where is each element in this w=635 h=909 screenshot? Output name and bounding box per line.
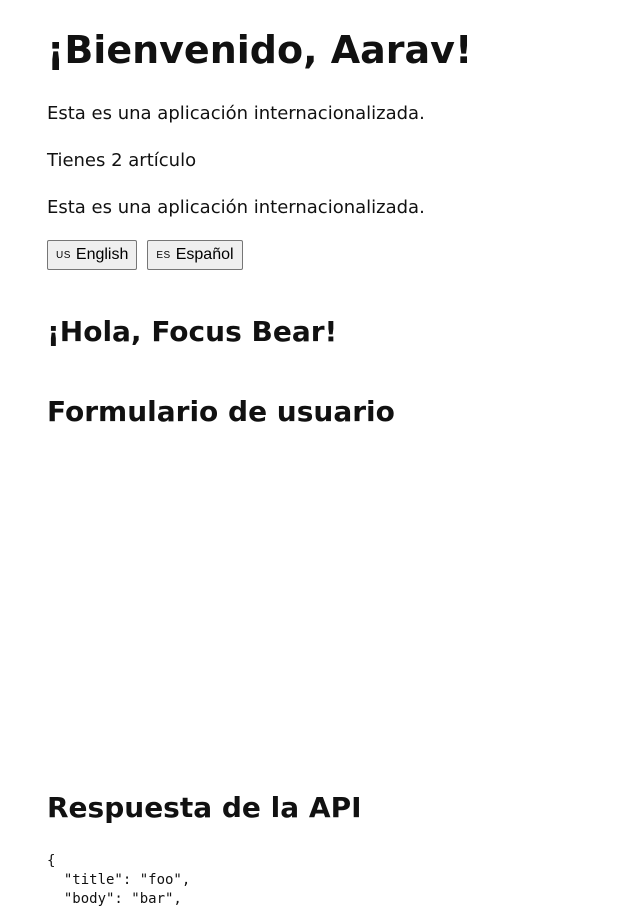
api-response-code: { "title": "foo", "body": "bar", [47, 852, 190, 909]
es-flag-icon: ES [156, 249, 171, 261]
api-line: "title": "foo", [47, 872, 191, 888]
item-count-text: Tienes 2 artículo [47, 150, 197, 171]
user-form-area [47, 440, 607, 770]
user-form-heading: Formulario de usuario [47, 395, 395, 428]
spanish-button-label: Español [175, 246, 234, 263]
spanish-button[interactable]: ES Español [147, 240, 243, 270]
intro-text-repeat: Esta es una aplicación internacionalizad… [47, 197, 425, 218]
intro-text: Esta es una aplicación internacionalizad… [47, 103, 425, 124]
english-button[interactable]: US English [47, 240, 138, 270]
english-button-label: English [75, 246, 129, 263]
api-line: { [47, 853, 56, 869]
api-line: "body": "bar", [47, 891, 182, 907]
api-response-heading: Respuesta de la API [47, 791, 362, 824]
language-switcher: US English ES Español [47, 240, 243, 270]
us-flag-icon: US [56, 249, 71, 261]
welcome-heading: ¡Bienvenido, Aarav! [47, 28, 473, 72]
hello-heading: ¡Hola, Focus Bear! [47, 315, 338, 348]
